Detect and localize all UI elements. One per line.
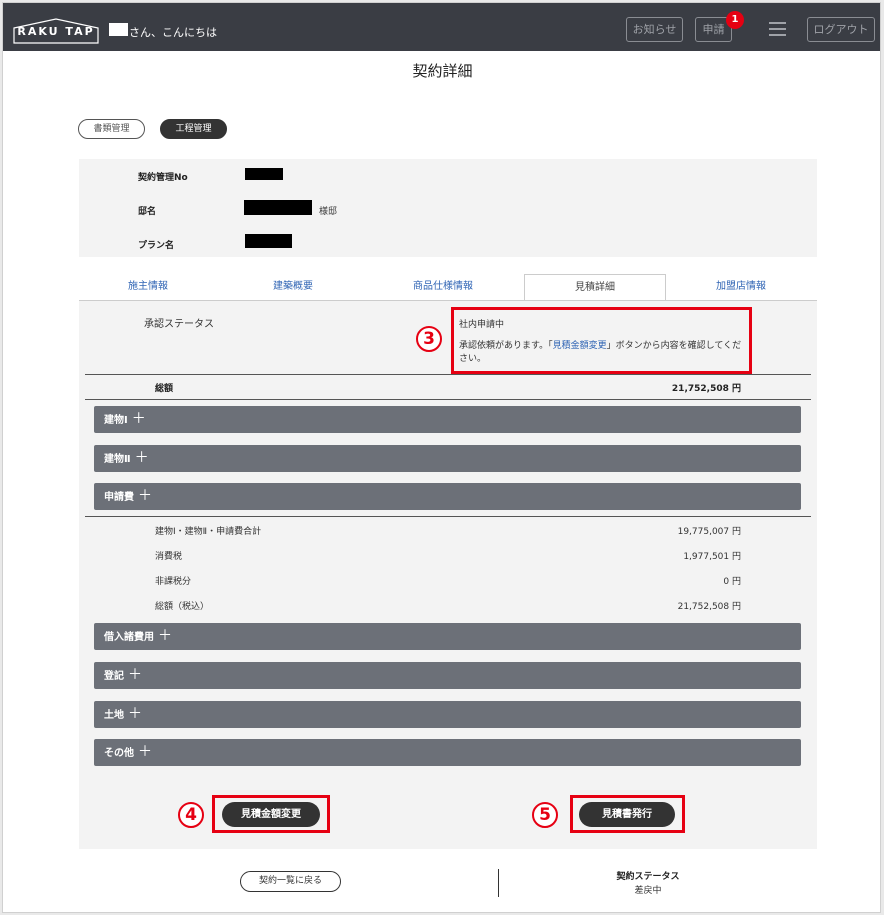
section-label: 土地 (104, 710, 124, 721)
annotation-number-4: 4 (178, 802, 204, 828)
expand-plus-icon: ＋ (128, 706, 142, 722)
divider-line (85, 516, 811, 517)
section-bar-building-2[interactable]: 建物Ⅱ ＋ (94, 445, 801, 472)
section-label: 借入諸費用 (104, 632, 154, 643)
back-to-contract-list-button[interactable]: 契約一覧に戻る (240, 871, 341, 892)
non-taxable-label: 非課税分 (155, 577, 192, 587)
residence-name-redacted (244, 200, 312, 215)
tab-building-overview[interactable]: 建築概要 (238, 274, 348, 300)
section-bar-building-1[interactable]: 建物Ⅰ ＋ (94, 406, 801, 433)
plan-name-redacted (245, 234, 292, 248)
tab-estimate-detail[interactable]: 見積詳細 (524, 274, 666, 300)
contract-no-redacted (245, 168, 283, 180)
expand-plus-icon: ＋ (128, 667, 142, 683)
page-title: 契約詳細 (412, 62, 473, 80)
expand-plus-icon: ＋ (131, 411, 146, 427)
docs-management-toggle[interactable]: 書類管理 (78, 119, 145, 139)
contract-status-label: 契約ステータス (616, 872, 680, 882)
news-button[interactable]: お知らせ (626, 17, 683, 42)
contract-status-value: 差戻中 (634, 886, 662, 896)
expand-plus-icon: ＋ (138, 744, 152, 760)
annotation-number-3: 3 (416, 326, 442, 352)
subtotal-label: 建物Ⅰ・建物Ⅱ・申請費合計 (155, 527, 262, 537)
section-label: 申請費 (104, 492, 134, 503)
section-label: 建物Ⅰ (104, 415, 128, 426)
section-label: 建物Ⅱ (104, 454, 131, 465)
user-name-redacted (109, 23, 128, 36)
app-frame: RAKU TAP さん、こんにちは お知らせ 申請 1 ログアウト 契約詳細 書… (2, 2, 881, 913)
divider-line (85, 399, 811, 400)
process-management-toggle[interactable]: 工程管理 (160, 119, 227, 139)
highlight-box-status (451, 307, 752, 374)
section-bar-loan-costs[interactable]: 借入諸費用 ＋ (94, 623, 801, 650)
subtotal-value: 19,775,007 円 (677, 527, 741, 537)
tax-label: 消費税 (155, 552, 183, 562)
raku-tap-logo[interactable]: RAKU TAP (13, 18, 99, 44)
expand-plus-icon: ＋ (134, 450, 149, 466)
section-bar-application-fee[interactable]: 申請費 ＋ (94, 483, 801, 510)
divider-line (85, 374, 811, 375)
top-bar: RAKU TAP さん、こんにちは お知らせ 申請 1 ログアウト (3, 3, 880, 51)
section-label: 登記 (104, 671, 124, 682)
tab-owner-info[interactable]: 施主情報 (93, 274, 203, 300)
non-taxable-value: 0 円 (723, 577, 741, 587)
greeting-text: さん、こんにちは (129, 26, 217, 39)
logo-text: RAKU TAP (17, 25, 95, 38)
tab-member-store-info[interactable]: 加盟店情報 (686, 274, 796, 300)
footer-divider (498, 869, 499, 897)
approval-status-label: 承認ステータス (144, 319, 214, 330)
total-value: 21,752,508 円 (671, 384, 741, 394)
contract-info-box: 契約管理No 邸名 プラン名 (79, 159, 817, 257)
tab-product-spec[interactable]: 商品仕様情報 (383, 274, 503, 300)
annotation-number-5: 5 (532, 802, 558, 828)
tax-value: 1,977,501 円 (683, 552, 741, 562)
total-incl-tax-label: 総額（税込） (155, 602, 210, 612)
section-label: その他 (104, 748, 134, 759)
issue-estimate-button[interactable]: 見積書発行 (579, 802, 675, 827)
logout-button[interactable]: ログアウト (807, 17, 875, 42)
change-amount-button[interactable]: 見積金額変更 (222, 802, 320, 827)
expand-plus-icon: ＋ (158, 628, 172, 644)
hamburger-menu-icon[interactable] (769, 22, 786, 36)
section-bar-land[interactable]: 土地 ＋ (94, 701, 801, 728)
total-incl-tax-value: 21,752,508 円 (677, 602, 741, 612)
contract-no-label: 契約管理No (138, 173, 188, 183)
residence-suffix: 様邸 (319, 207, 338, 217)
notification-badge: 1 (726, 11, 744, 29)
section-bar-registration[interactable]: 登記 ＋ (94, 662, 801, 689)
section-bar-other[interactable]: その他 ＋ (94, 739, 801, 766)
total-label: 総額 (155, 384, 174, 394)
plan-name-label: プラン名 (138, 241, 175, 251)
residence-name-label: 邸名 (138, 207, 157, 217)
expand-plus-icon: ＋ (138, 488, 152, 504)
